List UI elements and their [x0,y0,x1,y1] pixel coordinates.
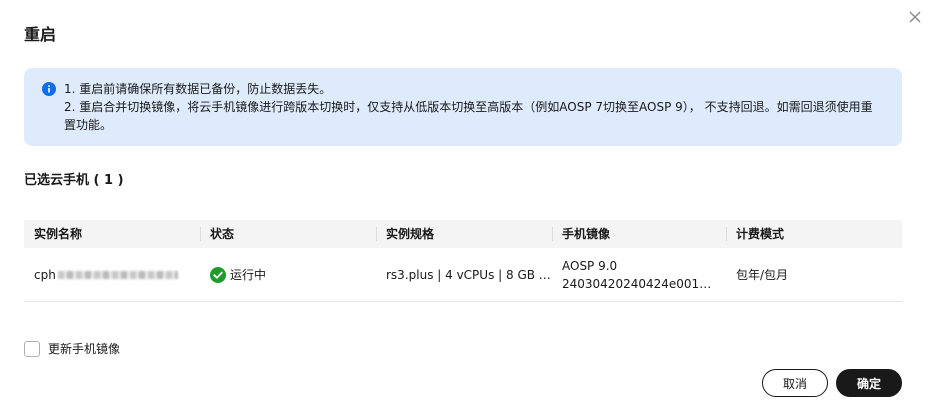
table-header: 实例名称 状态 实例规格 手机镜像 计费模式 [24,220,902,248]
cancel-button[interactable]: 取消 [762,369,828,397]
instance-name-prefix: cph [34,267,56,282]
cell-instance-name: cph [24,248,200,301]
dialog-title: 重启 [24,25,57,44]
restart-dialog: 重启 1. 重启前请确保所有数据已备份，防止数据丢失。 2. 重启合并切换镜像，… [0,0,932,416]
update-image-option[interactable]: 更新手机镜像 [24,340,120,357]
close-icon [909,11,921,23]
cell-status: 运行中 [200,248,376,301]
column-image: 手机镜像 [552,220,726,248]
column-spec: 实例规格 [376,220,552,248]
billing-text: 包年/包月 [736,268,789,282]
spec-text: rs3.plus | 4 vCPUs | 8 GB |... [386,267,552,282]
notice-banner: 1. 重启前请确保所有数据已备份，防止数据丢失。 2. 重启合并切换镜像，将云手… [24,68,902,146]
cell-spec: rs3.plus | 4 vCPUs | 8 GB |... [376,248,552,301]
column-billing: 计费模式 [726,220,902,248]
selected-phones-table: 实例名称 状态 实例规格 手机镜像 计费模式 cph 运行中 rs3.plus … [24,220,902,302]
notice-line-2: 2. 重启合并切换镜像，将云手机镜像进行跨版本切换时，仅支持从低版本切换至高版本… [64,100,873,114]
close-button[interactable] [906,8,924,26]
notice-line-3: 置功能。 [64,118,113,132]
cell-image: AOSP 9.0 24030420240424e001100... [552,248,726,301]
image-version: AOSP 9.0 [562,258,618,273]
status-text: 运行中 [230,268,267,282]
update-image-checkbox[interactable] [24,340,40,357]
column-status: 状态 [200,220,376,248]
cell-billing: 包年/包月 [726,248,902,301]
image-id: 24030420240424e001100... [562,276,718,291]
selected-phones-title: 已选云手机 ( 1 ) [24,173,124,188]
redacted-instance-id [57,270,178,279]
column-instance-name: 实例名称 [34,227,83,241]
confirm-button[interactable]: 确定 [836,369,902,397]
table-row: cph 运行中 rs3.plus | 4 vCPUs | 8 GB |... A… [24,248,902,302]
notice-line-1: 1. 重启前请确保所有数据已备份，防止数据丢失。 [64,82,332,96]
info-icon [42,82,56,96]
update-image-label: 更新手机镜像 [48,342,121,356]
check-circle-icon [210,266,226,283]
